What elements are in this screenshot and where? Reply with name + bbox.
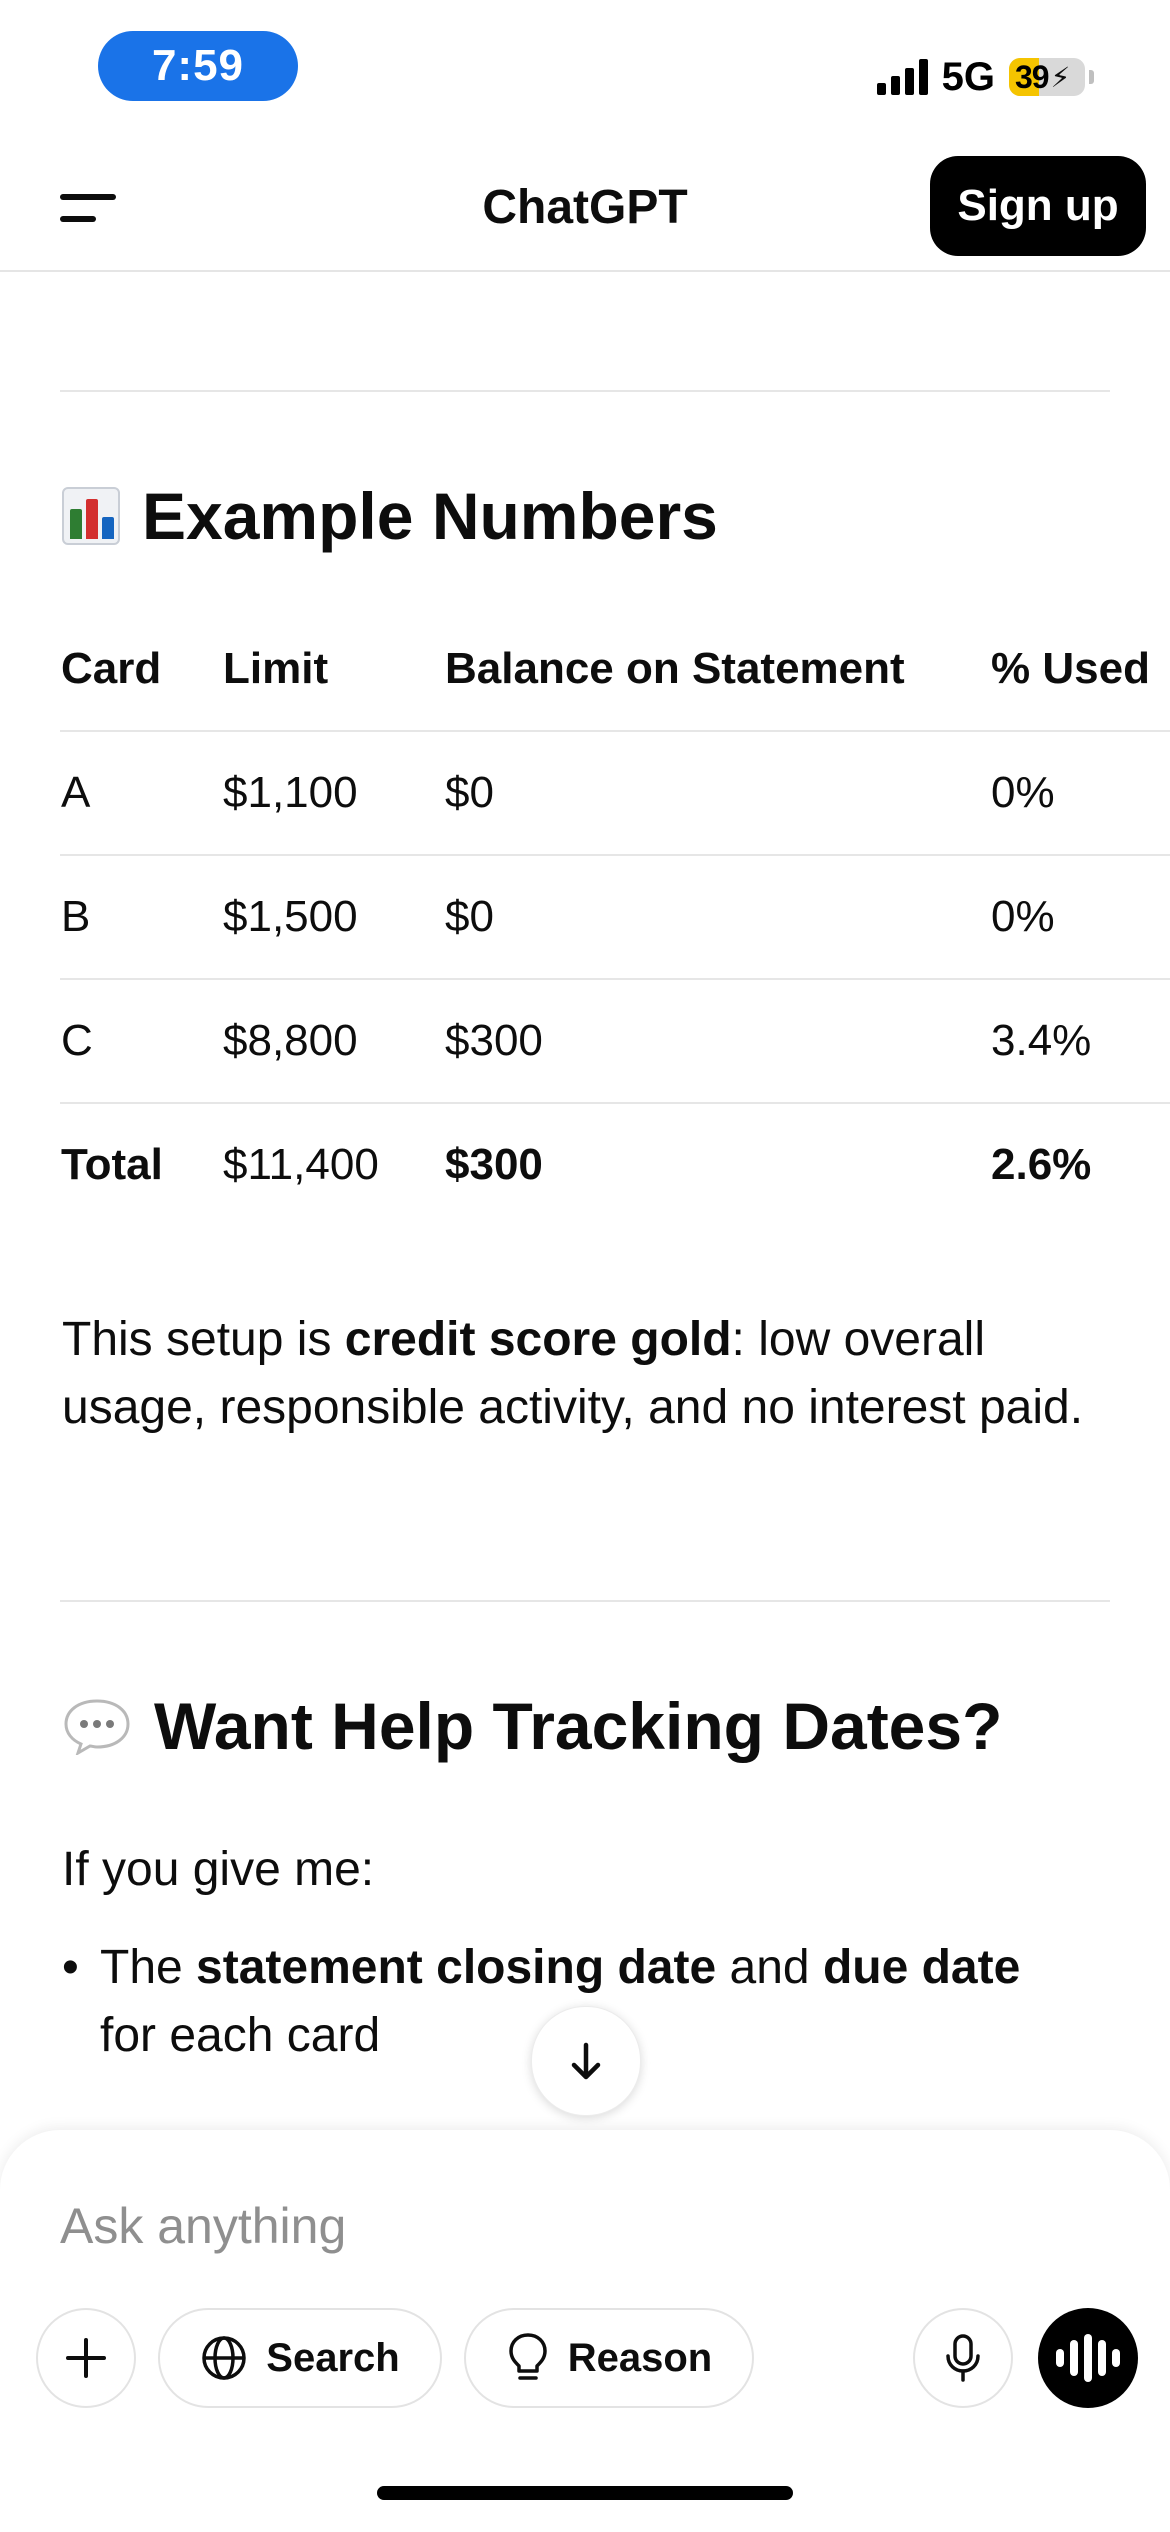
table-cell: $1,100 [223,768,358,817]
arrow-down-icon [571,2042,601,2080]
charging-bolt-icon: ⚡ [1050,61,1071,93]
list-text: The [100,1941,197,1994]
voice-waveform-icon [1056,2349,1064,2367]
ask-anything-input[interactable] [60,2186,960,2266]
heading-text: Example Numbers [142,479,718,553]
list-bold-text: statement closing date [196,1941,717,1994]
section-heading-tracking-dates: Want Help Tracking Dates? [62,1688,1002,1764]
table-cell: 0% [991,768,1055,817]
table-total-row: Total $11,400 $300 2.6% [60,1104,1170,1226]
table-cell: $300 [445,1140,543,1189]
table-cell: C [61,1016,93,1065]
list-text: and [716,1941,823,1994]
battery-icon: 39 ⚡ [1009,58,1085,96]
voice-waveform-icon [1084,2334,1092,2382]
plus-icon [66,2338,106,2378]
microphone-icon [946,2334,980,2382]
globe-icon [202,2336,247,2380]
table-cell: B [61,892,91,941]
voice-waveform-icon [1112,2349,1120,2367]
status-time[interactable]: 7:59 [98,31,298,101]
table-cell: $300 [445,1016,543,1065]
table-cell: 0% [991,892,1055,941]
chat-response-content: before the due date. Example Numbers Car… [0,270,1170,2130]
network-type: 5G [941,54,995,99]
table-cell: Total [61,1140,163,1189]
column-header: Limit [223,644,329,693]
home-indicator[interactable] [377,2486,793,2500]
table-cell: A [61,768,91,817]
voice-mode-button[interactable] [1038,2308,1138,2408]
bullet-dot: • [62,1941,79,1994]
table-row: A $1,100 $0 0% [60,732,1170,856]
add-attachment-button[interactable] [36,2308,136,2408]
table-header-row: Card Limit Balance on Statement % Used [60,608,1170,732]
table-cell: $8,800 [223,1016,358,1065]
table-cell: $1,500 [223,892,358,941]
reason-button-label: Reason [567,2335,713,2380]
voice-waveform-icon [1070,2340,1078,2376]
heading-text: Want Help Tracking Dates? [154,1689,1003,1763]
cellular-signal-icon [876,59,928,95]
search-button-label: Search [266,2335,400,2380]
table-cell: 2.6% [991,1140,1092,1189]
table-cell: $0 [445,768,494,817]
column-header: Balance on Statement [445,644,905,693]
top-navigation-bar: ChatGPT Sign up [0,140,1170,272]
paragraph-bold-text: credit score gold [344,1313,732,1366]
list-bold-text: due date [822,1941,1021,1994]
dictate-button[interactable] [913,2308,1013,2408]
scroll-to-bottom-button[interactable] [531,2006,641,2116]
search-button[interactable]: Search [158,2308,442,2408]
status-indicators: 5G 39 ⚡ [876,52,1094,102]
table-cell: 3.4% [991,1016,1092,1065]
column-header: Card [61,644,162,693]
section-heading-example-numbers: Example Numbers [62,478,718,554]
message-composer: Search Reason [0,2130,1170,2532]
list-text: for each card [100,2009,381,2062]
section-divider [60,1600,1110,1602]
column-header: % Used [991,644,1150,693]
sign-up-button[interactable]: Sign up [930,156,1146,256]
voice-waveform-icon [1098,2340,1106,2376]
status-bar: 7:59 5G 39 ⚡ [0,0,1170,140]
battery-percentage: 39 [1015,58,1050,95]
table-row: C $8,800 $300 3.4% [60,980,1170,1104]
section-divider [60,390,1110,392]
summary-paragraph: This setup is credit score gold: low ove… [62,1306,1112,1442]
speech-balloon-icon [64,1699,130,1755]
table-row: B $1,500 $0 0% [60,856,1170,980]
bar-chart-icon [62,487,120,545]
paragraph-text: This setup is [62,1313,345,1366]
intro-text: If you give me: [62,1843,375,1896]
reason-button[interactable]: Reason [464,2308,754,2408]
battery-cap [1089,70,1094,84]
table-cell: $11,400 [223,1140,379,1189]
table-cell: $0 [445,892,494,941]
numbers-table: Card Limit Balance on Statement % Used A… [60,608,1170,1226]
lightbulb-icon [509,2333,547,2380]
